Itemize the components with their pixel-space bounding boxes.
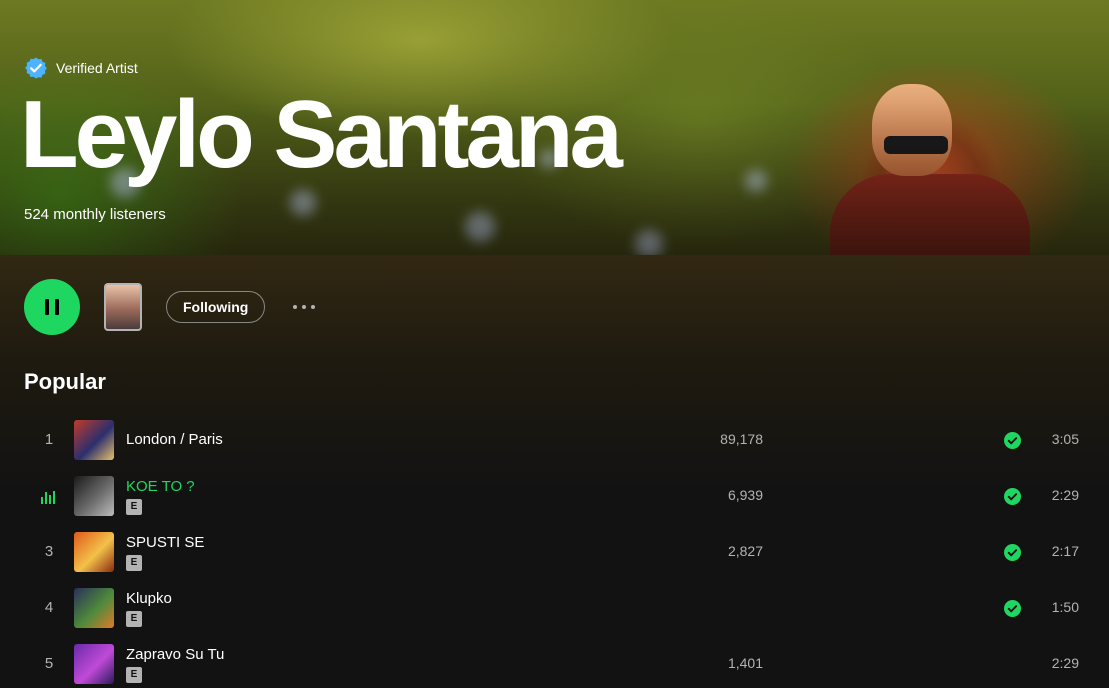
track-title[interactable]: Zapravo Su Tu	[126, 646, 224, 663]
track-title[interactable]: KOE TO ?	[126, 478, 195, 495]
track-row[interactable]: 3 SPUSTI SE E 2,827 2:17	[24, 524, 1094, 580]
track-duration: 2:17	[1051, 543, 1079, 559]
track-row[interactable]: 1 London / Paris 89,178 3:05	[24, 412, 1094, 468]
explicit-badge: E	[126, 499, 142, 515]
track-duration: 1:50	[1051, 599, 1079, 615]
verified-badge-icon	[25, 57, 47, 79]
play-count: 6,939	[727, 487, 763, 503]
stage-light	[635, 230, 663, 255]
saved-check-icon[interactable]	[1004, 488, 1021, 505]
artist-photo	[820, 78, 1060, 255]
track-number: 1	[44, 431, 54, 448]
track-row[interactable]: 4 Klupko E 1:50	[24, 580, 1094, 636]
track-cover	[74, 476, 114, 516]
following-button[interactable]: Following	[166, 291, 266, 323]
track-duration: 2:29	[1051, 655, 1079, 671]
monthly-listeners: 524 monthly listeners	[24, 206, 166, 223]
track-cover	[74, 588, 114, 628]
popular-tracks-list: 1 London / Paris 89,178 3:05 KOE TO ? E 6,939 2…	[24, 412, 1094, 688]
explicit-badge: E	[126, 667, 142, 683]
track-title[interactable]: Klupko	[126, 590, 172, 607]
track-duration: 3:05	[1051, 431, 1079, 447]
explicit-badge: E	[126, 555, 142, 571]
track-cover	[74, 644, 114, 684]
track-cover	[74, 420, 114, 460]
track-title[interactable]: SPUSTI SE	[126, 534, 204, 551]
stage-light	[465, 212, 495, 242]
play-count: 1,401	[727, 655, 763, 671]
track-number: 3	[44, 543, 54, 560]
pause-icon	[45, 299, 59, 315]
track-title[interactable]: London / Paris	[126, 431, 223, 448]
stage-light	[290, 190, 316, 216]
play-count: 89,178	[720, 431, 763, 447]
verified-artist: Verified Artist	[24, 56, 138, 80]
stage-light	[745, 170, 767, 192]
track-number: 4	[44, 599, 54, 616]
play-count: 2,827	[727, 543, 763, 559]
saved-check-icon[interactable]	[1004, 544, 1021, 561]
track-number: 5	[44, 655, 54, 672]
saved-check-icon[interactable]	[1004, 432, 1021, 449]
track-duration: 2:29	[1051, 487, 1079, 503]
verified-label: Verified Artist	[56, 60, 138, 76]
explicit-badge: E	[126, 611, 142, 627]
popular-heading: Popular	[24, 369, 106, 394]
now-playing-icon	[41, 491, 55, 504]
pause-button[interactable]	[24, 279, 80, 335]
track-row[interactable]: KOE TO ? E 6,939 2:29	[24, 468, 1094, 524]
more-options-icon[interactable]	[286, 295, 322, 319]
artist-name: Leylo Santana	[20, 81, 623, 188]
artist-pick-thumbnail[interactable]	[104, 283, 142, 331]
track-row[interactable]: 5 Zapravo Su Tu E 1,401 2:29	[24, 636, 1094, 688]
saved-check-icon[interactable]	[1004, 600, 1021, 617]
track-cover	[74, 532, 114, 572]
